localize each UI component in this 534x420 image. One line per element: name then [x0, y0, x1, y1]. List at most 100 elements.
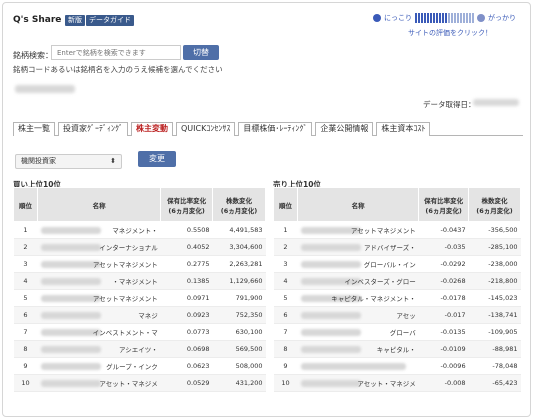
col-shares-change: 株数変化 (6ヵ月変化)	[212, 187, 266, 222]
sad-face-icon[interactable]	[477, 14, 485, 22]
name-cell[interactable]: グループ・インク	[37, 357, 161, 375]
rank-cell: 8	[13, 340, 38, 358]
redacted-name	[301, 346, 362, 353]
name-cell[interactable]	[297, 357, 419, 375]
name-cell[interactable]: アセットマネジメント	[297, 221, 419, 239]
tab-shareholder-change[interactable]: 株主変動	[131, 122, 173, 136]
table-row[interactable]: 8 アシエイツ・ 0.0698 569,500	[13, 340, 266, 358]
shares-cell: 752,350	[212, 306, 266, 324]
name-cell[interactable]: アドバイザーズ・	[297, 238, 419, 256]
data-guide-badge[interactable]: データガイド	[86, 15, 134, 26]
tab-target-price[interactable]: 目標株価･ﾚｰﾃｨﾝｸﾞ	[238, 122, 313, 136]
redacted-name	[41, 278, 102, 285]
tab-investor-guiding[interactable]: 投資家ｸﾞｰﾃﾞｨﾝｸﾞ	[58, 122, 128, 136]
col-ratio-change: 保有比率変化 (6ヵ月変化)	[418, 187, 470, 222]
name-cell[interactable]: アセッ	[297, 306, 419, 324]
new-version-badge[interactable]: 新版	[65, 15, 85, 26]
name-cell[interactable]: インターナショナル	[37, 238, 161, 256]
table-row[interactable]: 10 アセット・マネジメ 0.0529 431,200	[13, 374, 266, 392]
company-name-redacted	[15, 85, 75, 93]
name-cell[interactable]: マネジメント・	[37, 221, 161, 239]
table-row[interactable]: 5 アセットマネジメント 0.0971 791,900	[13, 289, 266, 307]
smile-face-icon[interactable]	[373, 14, 381, 22]
table-row[interactable]: 3 グローバル・イン -0.0292 -238,000	[273, 255, 521, 273]
brand-logo[interactable]: Q's Share	[13, 15, 61, 25]
buy-table: 順位 名称 保有比率変化 (6ヵ月変化) 株数変化 (6ヵ月変化) 1 マネジメン…	[13, 187, 266, 392]
rank-cell: 6	[13, 306, 38, 324]
rank-cell: 1	[13, 221, 38, 239]
ratio-cell: -0.017	[418, 306, 469, 324]
table-row[interactable]: 7 グローバ -0.0135 -109,905	[273, 323, 521, 341]
shares-cell: -356,500	[468, 221, 521, 239]
rating-good-label[interactable]: にっこり	[384, 13, 412, 23]
name-cell[interactable]: インベスターズ・グロー	[297, 272, 419, 290]
tab-bar: 株主一覧 投資家ｸﾞｰﾃﾞｨﾝｸﾞ 株主変動 QUICKｺﾝｾﾝｻｽ 目標株価･…	[13, 122, 523, 136]
table-row[interactable]: 6 マネジ 0.0923 752,350	[13, 306, 266, 324]
tab-cost-of-equity[interactable]: 株主資本ｺｽﾄ	[376, 122, 431, 136]
table-row[interactable]: 2 インターナショナル 0.4052 3,304,600	[13, 238, 266, 256]
search-hint: 銘柄コードあるいは銘柄名を入力のうえ候補を選んでください	[13, 65, 223, 74]
table-row[interactable]: 9 -0.0096 -78,048	[273, 357, 521, 375]
redacted-name	[41, 227, 102, 234]
table-row[interactable]: 6 アセッ -0.017 -138,741	[273, 306, 521, 324]
name-text: アセットマネジメント	[92, 261, 158, 269]
table-row[interactable]: 10 アセット・マネジメ -0.008 -65,423	[273, 374, 521, 392]
name-cell[interactable]: グローバル・イン	[297, 255, 419, 273]
name-cell[interactable]: アセットマネジメント	[37, 289, 161, 307]
table-row[interactable]: 2 アドバイザーズ・ -0.035 -285,100	[273, 238, 521, 256]
redacted-name	[301, 380, 362, 387]
table-row[interactable]: 4 ・マネジメント 0.1385 1,129,660	[13, 272, 266, 290]
search-input[interactable]	[51, 45, 181, 60]
table-row[interactable]: 8 キャピタル・ -0.0109 -88,981	[273, 340, 521, 358]
shares-cell: -285,100	[468, 238, 521, 256]
change-button[interactable]: 変更	[138, 151, 176, 167]
name-cell[interactable]: アセットマネジメント	[37, 255, 161, 273]
name-text: アセット・マネジメ	[99, 380, 158, 388]
ratio-cell: 0.0773	[160, 323, 213, 341]
name-text: キャピタル・	[376, 346, 416, 354]
rank-cell: 2	[273, 238, 298, 256]
name-text: グローバ	[389, 329, 416, 337]
ratio-cell: -0.0292	[418, 255, 469, 273]
table-row[interactable]: 7 インベストメント・マ 0.0773 630,100	[13, 323, 266, 341]
name-cell[interactable]: アセット・マネジメ	[37, 374, 161, 392]
ratio-cell: -0.0096	[418, 357, 469, 375]
redacted-name	[301, 363, 407, 370]
name-cell[interactable]: マネジ	[37, 306, 161, 324]
name-text: アセットマネジメント	[350, 227, 416, 235]
name-cell[interactable]: ・マネジメント	[37, 272, 161, 290]
table-row[interactable]: 4 インベスターズ・グロー -0.0268 -218,800	[273, 272, 521, 290]
table-row[interactable]: 1 マネジメント・ 0.5508 4,491,583	[13, 221, 266, 239]
name-text: アシエイツ・	[118, 346, 158, 354]
redacted-name	[41, 312, 102, 319]
tab-shareholders[interactable]: 株主一覧	[13, 122, 55, 136]
table-row[interactable]: 3 アセットマネジメント 0.2775 2,263,281	[13, 255, 266, 273]
table-row[interactable]: 9 グループ・インク 0.0623 508,000	[13, 357, 266, 375]
name-text: アセット・マネジメ	[357, 380, 416, 388]
ratio-cell: 0.4052	[160, 238, 213, 256]
shares-cell: 630,100	[212, 323, 266, 341]
shares-cell: 4,491,583	[212, 221, 266, 239]
table-row[interactable]: 1 アセットマネジメント -0.0437 -356,500	[273, 221, 521, 239]
table-row[interactable]: 5 キャピタル・マネジメント・ -0.0178 -145,023	[273, 289, 521, 307]
tab-quick-consensus[interactable]: QUICKｺﾝｾﾝｻｽ	[176, 122, 236, 136]
rank-cell: 7	[273, 323, 298, 341]
rating-bad-label[interactable]: がっかり	[488, 13, 516, 23]
name-cell[interactable]: アシエイツ・	[37, 340, 161, 358]
name-cell[interactable]: キャピタル・	[297, 340, 419, 358]
shares-cell: 2,263,281	[212, 255, 266, 273]
rating-meter[interactable]	[415, 13, 474, 23]
name-text: グループ・インク	[106, 363, 158, 371]
name-cell[interactable]: キャピタル・マネジメント・	[297, 289, 419, 307]
name-cell[interactable]: インベストメント・マ	[37, 323, 161, 341]
name-cell[interactable]: アセット・マネジメ	[297, 374, 419, 392]
ratio-cell: -0.008	[418, 374, 469, 392]
switch-button[interactable]: 切替	[183, 45, 219, 60]
investor-type-select[interactable]: 機関投資家 ⬍	[15, 154, 122, 169]
ratio-cell: -0.0268	[418, 272, 469, 290]
tab-disclosure[interactable]: 企業公開情報	[315, 122, 374, 136]
rank-cell: 9	[273, 357, 298, 375]
ratio-cell: -0.0178	[418, 289, 469, 307]
search-label: 銘柄検索：	[13, 51, 53, 60]
name-cell[interactable]: グローバ	[297, 323, 419, 341]
